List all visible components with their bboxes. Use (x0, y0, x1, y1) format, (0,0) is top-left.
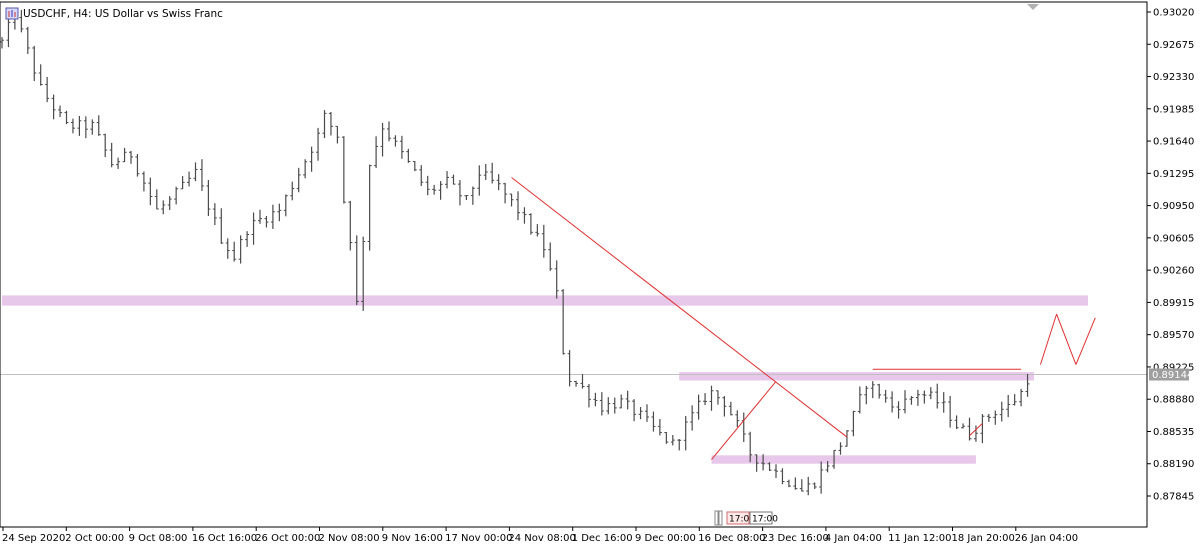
time-tag: 17:00 (749, 511, 778, 525)
x-tick-label: 11 Jan 12:00 (888, 533, 951, 544)
chart-title-text: USDCHF, H4: US Dollar vs Swiss Franc (23, 8, 223, 20)
y-tick-label: 0.92675 (1153, 40, 1194, 51)
chart-title: USDCHF, H4: US Dollar vs Swiss Franc (5, 7, 223, 20)
y-tick-label: 0.88880 (1153, 395, 1194, 406)
x-tick-label: 9 Oct 08:00 (129, 533, 188, 544)
x-tick-label: 4 Jan 04:00 (825, 533, 882, 544)
x-tick-label: 16 Oct 16:00 (192, 533, 257, 544)
y-tick-label: 0.88190 (1153, 459, 1194, 470)
y-tick-label: 0.90605 (1153, 233, 1194, 244)
x-tick-label: 18 Jan 20:00 (952, 533, 1015, 544)
x-tick-label: 9 Nov 16:00 (382, 533, 443, 544)
x-tick-label: 16 Dec 08:00 (698, 533, 765, 544)
chart-window-icon (5, 7, 19, 20)
y-tick-label: 0.89570 (1153, 330, 1194, 341)
x-tick-label: 1 Dec 16:00 (572, 533, 633, 544)
y-tick-label: 0.90260 (1153, 266, 1194, 277)
y-tick-label: 0.91640 (1153, 137, 1194, 148)
x-tick-label: 2 Oct 00:00 (65, 533, 124, 544)
y-tick-label: 0.88535 (1153, 427, 1194, 438)
zone-2 (711, 455, 976, 464)
price-chart[interactable]: 0.93020 0.92675 0.92330 0.91985 0.91640 0.912… (0, 0, 1200, 549)
y-tick-label: 0.87845 (1153, 492, 1194, 503)
y-tick-label: 0.89915 (1153, 298, 1194, 309)
x-tick-label: 26 Oct 00:00 (255, 533, 320, 544)
y-tick-label: 0.92330 (1153, 72, 1194, 83)
zone-0 (2, 295, 1088, 306)
time-tag-label: 17:00 (752, 515, 778, 525)
y-tick-label: 0.91295 (1153, 169, 1194, 180)
x-tick-label: 26 Jan 04:00 (1015, 533, 1078, 544)
x-tick-label: 17 Nov 00:00 (445, 533, 512, 544)
y-tick-label: 0.91985 (1153, 104, 1194, 115)
x-tick-label: 23 Dec 16:00 (762, 533, 829, 544)
current-price-label: 0.89144 (1152, 370, 1193, 381)
x-tick-label: 24 Sep 2020 (2, 533, 65, 544)
y-tick-label: 0.93020 (1153, 8, 1194, 19)
x-tick-label: 9 Dec 00:00 (635, 533, 696, 544)
x-tick-label: 2 Nov 08:00 (319, 533, 380, 544)
chart-background (0, 0, 1200, 549)
y-tick-label: 0.90950 (1153, 201, 1194, 212)
zone-1 (679, 372, 1034, 381)
x-tick-label: 24 Nov 08:00 (508, 533, 575, 544)
